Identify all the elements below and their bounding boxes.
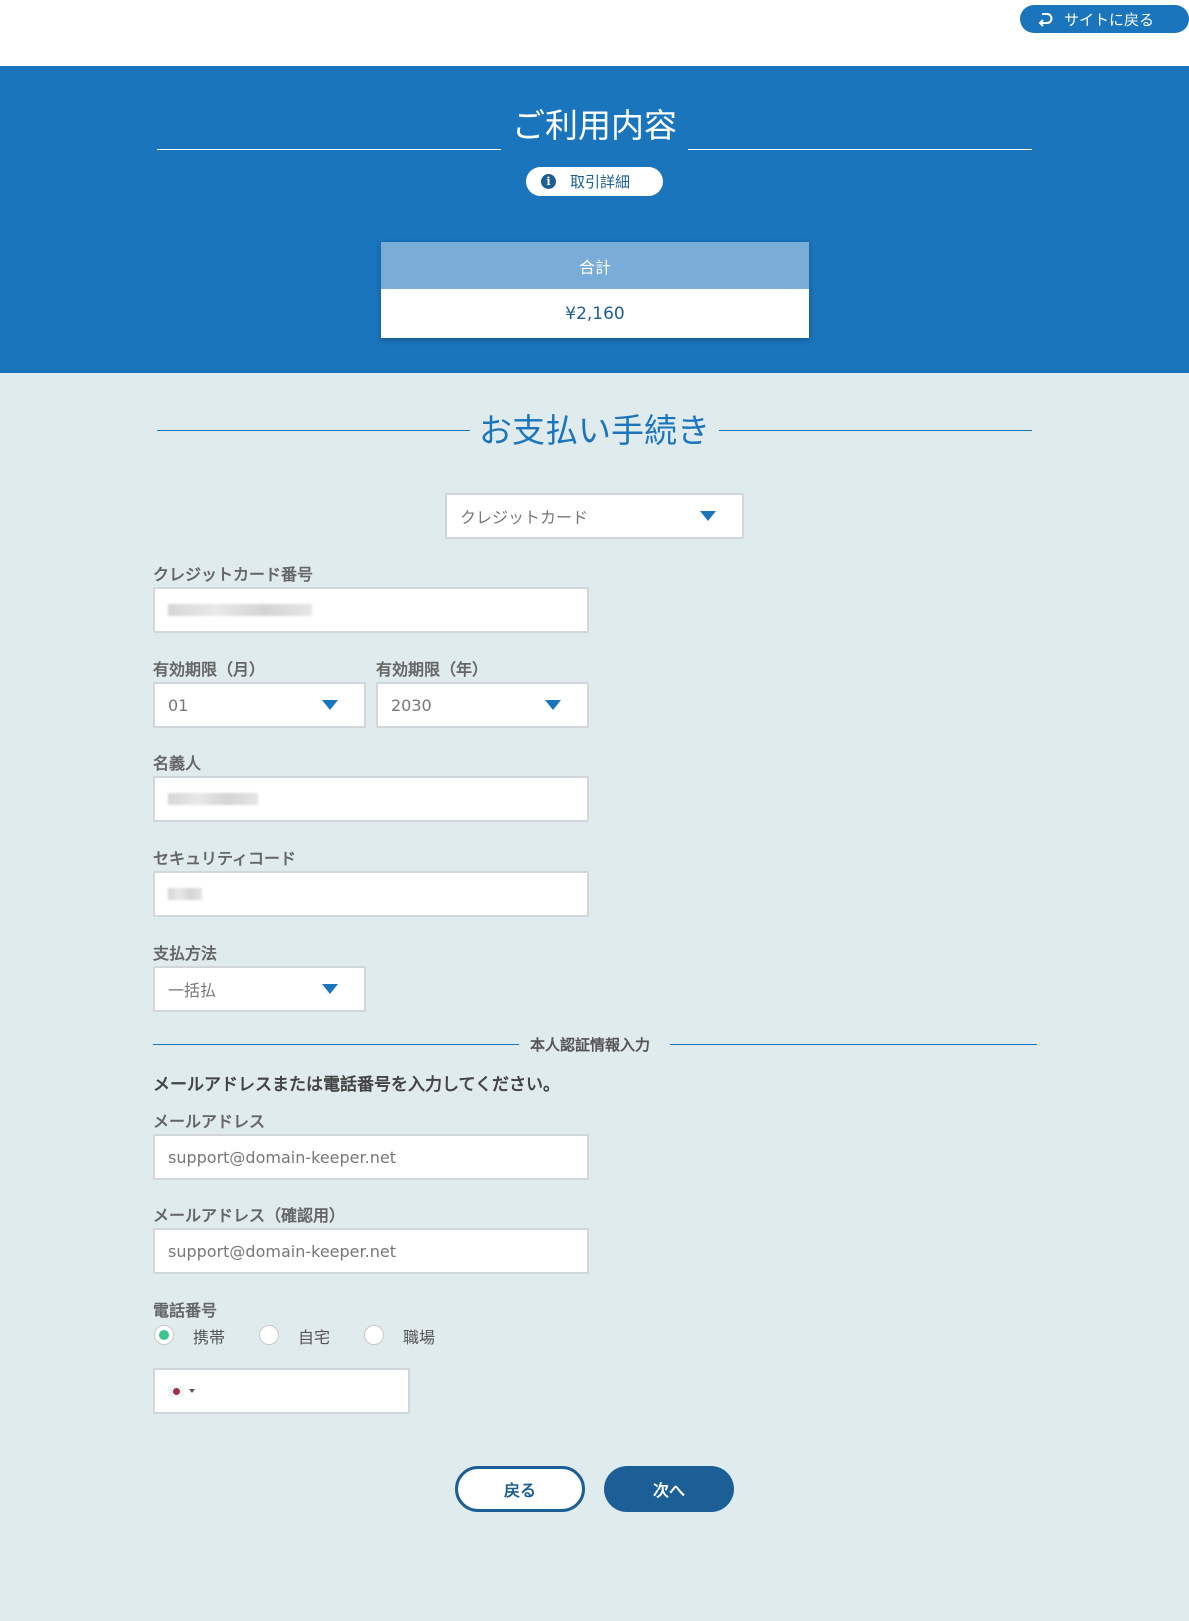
expiry-month-value: 01	[168, 695, 189, 715]
radio-home-label: 自宅	[298, 1328, 331, 1347]
back-to-site-button[interactable]: サイトに戻る	[1020, 5, 1189, 33]
auth-divider-left	[153, 1044, 519, 1045]
chevron-down-icon	[189, 1389, 195, 1393]
email-confirm-value: support@domain-keeper.net	[168, 1241, 396, 1261]
phone-input[interactable]	[153, 1368, 410, 1414]
email-confirm-input[interactable]: support@domain-keeper.net	[153, 1228, 589, 1274]
expiry-month-label: 有効期限（月）	[153, 660, 266, 679]
radio-work[interactable]	[364, 1325, 384, 1345]
auth-divider-right	[670, 1044, 1037, 1045]
next-button[interactable]: 次へ	[604, 1466, 734, 1512]
transaction-detail-label: 取引詳細	[570, 173, 631, 191]
radio-home[interactable]	[259, 1325, 279, 1345]
usage-title-wrap: ご利用内容	[157, 96, 1032, 156]
email-value: support@domain-keeper.net	[168, 1147, 396, 1167]
japan-flag-icon	[168, 1385, 184, 1397]
total-box: 合計 ¥2,160	[381, 242, 809, 338]
pay-method-select[interactable]: 一括払	[153, 966, 366, 1012]
expiry-year-label: 有効期限（年）	[376, 660, 489, 679]
expiry-year-select[interactable]: 2030	[376, 682, 589, 728]
radio-work-label: 職場	[403, 1328, 436, 1347]
payment-method-value: クレジットカード	[460, 508, 589, 527]
security-code-input[interactable]	[153, 871, 589, 917]
top-bar: サイトに戻る	[0, 0, 1189, 66]
holder-label: 名義人	[153, 754, 202, 773]
return-arrow-icon	[1036, 10, 1054, 28]
info-icon: i	[541, 174, 556, 189]
payment-title-wrap: お支払い手続き	[157, 403, 1032, 459]
country-flag-selector[interactable]	[168, 1385, 195, 1397]
chevron-down-icon	[322, 700, 338, 710]
total-value: ¥2,160	[381, 289, 809, 338]
expiry-year-value: 2030	[391, 695, 432, 715]
pay-method-value: 一括払	[168, 981, 217, 1000]
auth-section-label: 本人認証情報入力	[530, 1036, 651, 1054]
card-number-label: クレジットカード番号	[153, 565, 314, 584]
masked-security-code	[168, 888, 202, 900]
email-input[interactable]: support@domain-keeper.net	[153, 1134, 589, 1180]
payment-title: お支払い手続き	[479, 411, 710, 450]
radio-mobile-label: 携帯	[193, 1328, 226, 1347]
masked-holder-name	[168, 793, 258, 805]
email-label: メールアドレス	[153, 1112, 266, 1131]
holder-input[interactable]	[153, 776, 589, 822]
chevron-down-icon	[545, 700, 561, 710]
chevron-down-icon	[700, 511, 716, 521]
total-label: 合計	[381, 242, 809, 289]
masked-card-number	[168, 604, 312, 616]
security-code-label: セキュリティコード	[153, 849, 297, 868]
transaction-detail-button[interactable]: i 取引詳細	[526, 167, 663, 196]
email-confirm-label: メールアドレス（確認用）	[153, 1206, 346, 1225]
payment-method-select[interactable]: クレジットカード	[445, 493, 744, 539]
card-number-input[interactable]	[153, 587, 589, 633]
usage-summary-section: ご利用内容 i 取引詳細 合計 ¥2,160	[0, 66, 1189, 373]
phone-label: 電話番号	[153, 1301, 218, 1320]
radio-mobile[interactable]	[154, 1325, 174, 1345]
usage-title: ご利用内容	[512, 106, 677, 145]
back-button[interactable]: 戻る	[455, 1466, 585, 1512]
expiry-month-select[interactable]: 01	[153, 682, 366, 728]
pay-method-label: 支払方法	[153, 944, 218, 963]
chevron-down-icon	[322, 984, 338, 994]
back-to-site-label: サイトに戻る	[1064, 10, 1155, 29]
auth-instruction: メールアドレスまたは電話番号を入力してください。	[153, 1075, 560, 1095]
